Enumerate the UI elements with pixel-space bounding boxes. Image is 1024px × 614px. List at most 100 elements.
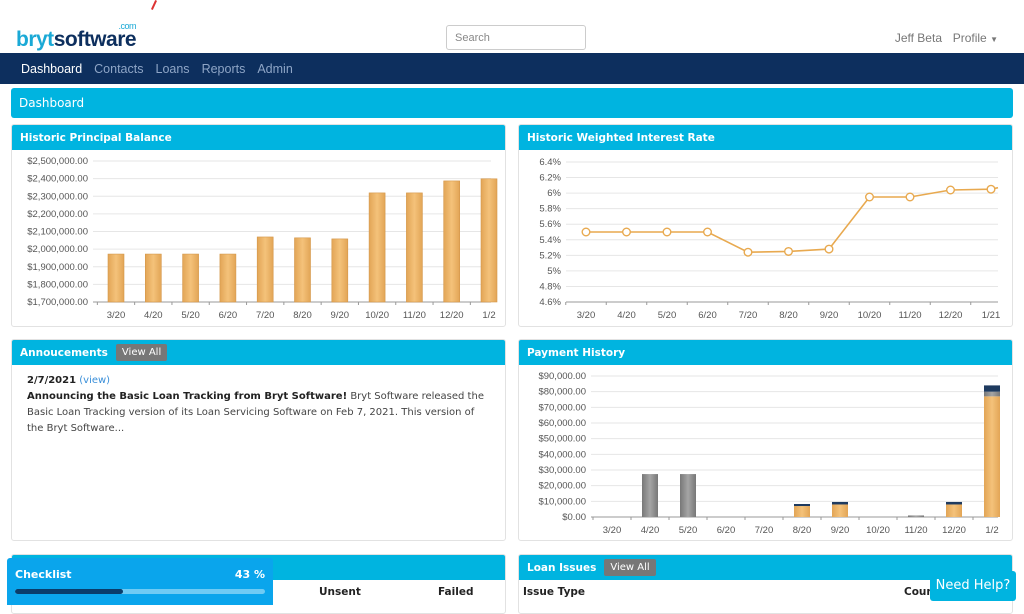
annotation-mark: [150, 0, 158, 10]
y-tick-label: $60,000.00: [538, 418, 586, 429]
panel-header: Payment History: [519, 340, 1012, 365]
data-point: [662, 227, 672, 237]
panel-header: Historic Principal Balance: [12, 125, 505, 150]
need-help-button[interactable]: Need Help?: [930, 571, 1016, 601]
y-tick-label: $80,000.00: [538, 387, 586, 398]
y-tick-label: 5%: [547, 266, 561, 277]
x-tick-label: 4/20: [617, 310, 636, 321]
y-tick-label: $1,700,000.00: [27, 297, 88, 308]
announcement-headline: Announcing the Basic Loan Tracking from …: [27, 391, 348, 402]
bar: [368, 192, 386, 303]
y-tick-label: 5.8%: [539, 204, 561, 215]
x-tick-label: 11/20: [904, 525, 927, 536]
bar: [107, 253, 125, 303]
y-tick-label: 5.4%: [539, 235, 561, 246]
x-tick-label: 10/20: [365, 310, 389, 321]
data-point: [824, 244, 834, 254]
x-tick-label: 12/20: [440, 310, 464, 321]
y-tick-label: $40,000.00: [538, 449, 586, 460]
nav-contacts[interactable]: Contacts: [94, 62, 143, 76]
y-tick-label: 6%: [547, 188, 561, 199]
checklist-percent: 43 %: [234, 568, 265, 581]
search-input[interactable]: [446, 25, 586, 50]
x-tick-label: 8/20: [779, 310, 798, 321]
bar-segment-orange: [984, 396, 1000, 517]
y-tick-label: $1,900,000.00: [27, 262, 88, 273]
bar: [256, 236, 274, 303]
y-tick-label: 4.8%: [539, 281, 561, 292]
panel-title: Loan Issues: [527, 561, 597, 574]
payments-chart: $0.00 $10,000.00 $20,000.00 $30,000.00 $40,0…: [538, 371, 1000, 536]
data-point: [784, 246, 794, 256]
interest-panel: Historic Weighted Interest Rate 4.6% 4.8%…: [518, 124, 1013, 327]
y-tick-label: $2,300,000.00: [27, 191, 88, 202]
logo-bryt: bryt: [16, 28, 54, 51]
logo[interactable]: brytsoftware .com: [16, 21, 137, 52]
nav-dashboard[interactable]: Dashboard: [21, 62, 82, 76]
x-tick-label: 3/20: [603, 525, 622, 536]
bar-segment-navy: [832, 501, 848, 505]
bar: [219, 253, 237, 303]
y-tick-label: $90,000.00: [538, 371, 586, 382]
profile-label: Profile: [952, 31, 987, 45]
x-tick-label: 5/20: [679, 525, 698, 536]
data-point: [865, 192, 875, 202]
view-all-button[interactable]: View All: [604, 559, 656, 576]
x-tick-label: 1/2: [985, 525, 998, 536]
y-tick-label: $10,000.00: [538, 496, 586, 507]
bar-segment-gray: [680, 474, 696, 517]
checklist-progress-bar: [15, 589, 265, 594]
y-tick-label: 5.6%: [539, 219, 561, 230]
checklist-label: Checklist: [15, 568, 72, 581]
y-tick-label: $2,200,000.00: [27, 209, 88, 220]
main-nav: Dashboard Contacts Loans Reports Admin: [0, 53, 1024, 84]
panel-title: Annoucements: [20, 346, 108, 359]
bar: [480, 178, 498, 303]
y-tick-label: 4.6%: [539, 297, 561, 308]
page-title: Dashboard: [11, 88, 1013, 118]
bar: [406, 192, 423, 303]
x-tick-label: 8/20: [793, 525, 812, 536]
checklist-widget[interactable]: Checklist 43 %: [7, 558, 273, 605]
panel-header: Historic Weighted Interest Rate: [519, 125, 1012, 150]
caret-down-icon: ▼: [990, 35, 998, 44]
bar: [294, 237, 311, 303]
profile-dropdown[interactable]: Profile ▼: [953, 31, 998, 45]
x-tick-label: 7/20: [755, 525, 774, 536]
x-tick-label: 5/20: [658, 310, 677, 321]
x-tick-label: 4/20: [144, 310, 163, 321]
checklist-progress-fill: [15, 589, 123, 594]
top-bar: brytsoftware .com Jeff Beta Profile ▼: [0, 0, 1024, 53]
announcement-date: 2/7/2021: [27, 375, 77, 386]
y-tick-label: $20,000.00: [538, 481, 586, 492]
announcement-item: 2/7/2021 (view) Announcing the Basic Loa…: [12, 365, 505, 445]
x-tick-label: 5/20: [181, 310, 200, 321]
view-link[interactable]: (view): [79, 375, 110, 386]
bar-segment-orange: [946, 504, 962, 517]
bar-segment-navy: [794, 503, 810, 507]
y-tick-label: $2,400,000.00: [27, 174, 88, 185]
interest-chart: 4.6% 4.8% 5% 5.2% 5.4% 5.6% 5.8% 6% 6.2% 6.4% 3/20…: [539, 157, 1000, 321]
x-tick-label: 9/20: [831, 525, 850, 536]
view-all-button[interactable]: View All: [115, 344, 168, 361]
x-tick-label: 1/2: [482, 310, 495, 321]
nav-admin[interactable]: Admin: [257, 62, 292, 76]
series-line: [586, 186, 999, 254]
x-tick-label: 8/20: [293, 310, 312, 321]
bar: [182, 253, 199, 303]
col-failed: Failed: [438, 586, 474, 598]
data-point: [946, 185, 956, 195]
y-tick-label: 5.2%: [539, 250, 561, 261]
x-tick-label: 9/20: [820, 310, 839, 321]
bar-segment-gray: [984, 391, 1000, 397]
x-tick-label: 6/20: [698, 310, 717, 321]
nav-loans[interactable]: Loans: [156, 62, 190, 76]
x-tick-label: 7/20: [739, 310, 758, 321]
bar: [443, 180, 461, 303]
x-tick-label: 12/20: [939, 310, 963, 321]
principal-panel: Historic Principal Balance $1,700,000.00…: [11, 124, 506, 327]
nav-reports[interactable]: Reports: [202, 62, 246, 76]
bar-segment-navy: [946, 501, 962, 505]
y-tick-label: $50,000.00: [538, 434, 586, 445]
data-point: [581, 227, 591, 237]
